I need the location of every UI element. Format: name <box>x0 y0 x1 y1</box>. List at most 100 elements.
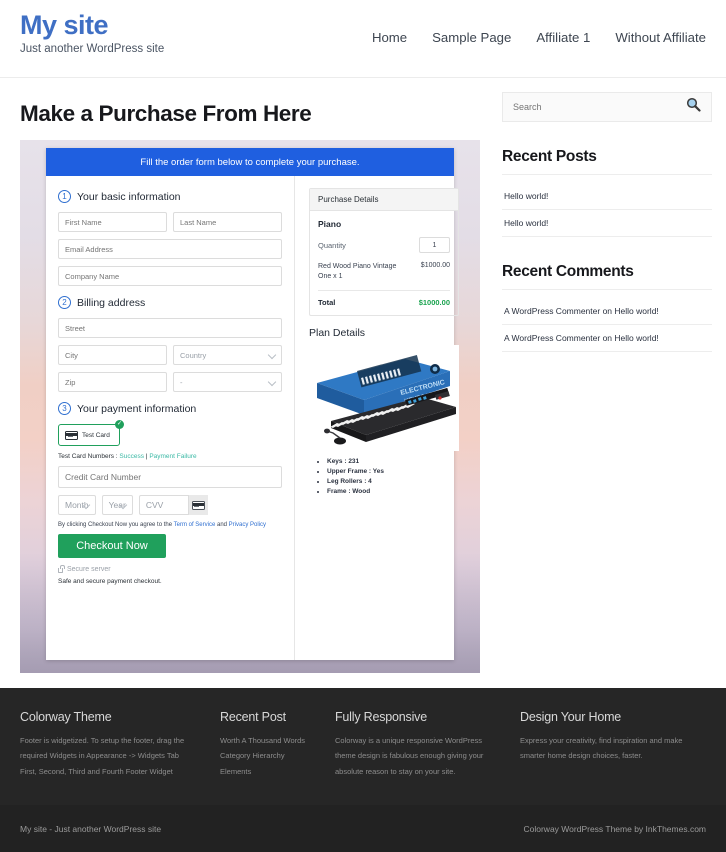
sidebar: Recent Posts Hello world! Hello world! R… <box>502 78 712 673</box>
widget-title-recent-posts: Recent Posts <box>502 148 712 175</box>
city-country-row: Country <box>58 345 282 365</box>
purchase-details-box: Purchase Details Piano Quantity Red Wood… <box>309 188 459 317</box>
checkout-card: Fill the order form below to complete yo… <box>46 148 459 660</box>
state-select-wrap: - <box>173 372 282 392</box>
privacy-policy-link[interactable]: Privacy Policy <box>229 522 266 528</box>
test-card-success-link[interactable]: Success <box>119 453 144 460</box>
footer-bottom-bar: My site - Just another WordPress site Co… <box>0 805 726 852</box>
list-item[interactable]: A WordPress Commenter on Hello world! <box>502 325 712 352</box>
footer-text-line: Colorway is a unique responsive WordPres… <box>335 736 483 745</box>
search-icon[interactable] <box>686 97 701 117</box>
month-select[interactable]: Month <box>58 495 96 515</box>
email-row <box>58 239 282 259</box>
nav-item-sample-page[interactable]: Sample Page <box>432 30 511 45</box>
secure-server-label: Secure server <box>67 566 111 573</box>
step-heading-billing: 2 Billing address <box>58 296 282 309</box>
last-name-input[interactable] <box>173 212 282 232</box>
terms-middle: and <box>215 522 229 528</box>
nav-item-home[interactable]: Home <box>372 30 407 45</box>
company-row <box>58 266 282 286</box>
primary-navigation: Home Sample Page Affiliate 1 Without Aff… <box>372 30 706 45</box>
footer-column-fully-responsive: Fully Responsive Colorway is a unique re… <box>335 710 520 805</box>
checkout-form-column: 1 Your basic information First Name Last… <box>46 176 295 660</box>
footer-heading: Recent Post <box>220 710 286 724</box>
site-branding[interactable]: My site Just another WordPress site <box>20 0 164 55</box>
total-label: Total <box>318 298 336 308</box>
month-select-wrap: Month <box>58 495 96 515</box>
step-number-1: 1 <box>58 190 71 203</box>
street-row <box>58 318 282 338</box>
quantity-input[interactable] <box>419 237 450 253</box>
search-input[interactable] <box>513 102 643 112</box>
name-row <box>58 212 282 232</box>
footer-column-design-your-home: Design Your Home Express your creativity… <box>520 710 720 805</box>
street-input[interactable] <box>58 318 282 338</box>
test-card-prefix: Test Card Numbers : <box>58 453 120 460</box>
credit-card-number-input[interactable] <box>58 466 282 488</box>
test-card-failure-link[interactable]: Payment Failure <box>149 453 196 460</box>
purchase-summary-column: Purchase Details Piano Quantity Red Wood… <box>295 176 471 660</box>
company-input[interactable] <box>58 266 282 286</box>
year-select[interactable]: Year <box>101 495 133 515</box>
terms-prefix: By clicking Checkout Now you agree to th… <box>58 522 174 528</box>
checkout-banner: Fill the order form below to complete yo… <box>46 148 454 176</box>
checkout-body: 1 Your basic information First Name Last… <box>46 176 459 660</box>
payment-method-label: Test Card <box>82 431 110 439</box>
footer-text-line: smarter home design choices, faster. <box>520 751 643 761</box>
product-photo-electronic-keyboard: ELECTRONIC KEYBOARD <box>309 345 459 452</box>
step-label-2: Billing address <box>77 296 146 309</box>
quantity-label: Quantity <box>318 240 346 250</box>
footer-text-line: absolute reason to stay on your site. <box>335 766 456 776</box>
footer-text-line: First, Second, Third and Fourth Footer W… <box>20 766 173 776</box>
site-title[interactable]: My site <box>20 10 164 41</box>
main-content: Make a Purchase From Here Fill the order… <box>20 78 480 673</box>
plan-feature-item: Keys : 231 <box>327 457 459 467</box>
list-item[interactable]: A WordPress Commenter on Hello world! <box>502 298 712 325</box>
credit-card-icon <box>65 430 78 440</box>
lock-icon <box>58 565 65 573</box>
secure-server-row: Secure server <box>58 565 282 573</box>
search-form <box>502 92 712 122</box>
footer-list-item[interactable]: Worth A Thousand Words <box>220 733 323 748</box>
year-select-wrap: Year <box>101 495 133 515</box>
plan-details-title: Plan Details <box>309 327 366 340</box>
page-title: Make a Purchase From Here <box>20 101 312 126</box>
footer-credit-right[interactable]: Colorway WordPress Theme by InkThemes.co… <box>524 824 707 834</box>
zip-state-row: - <box>58 372 282 392</box>
page-wrapper: Make a Purchase From Here Fill the order… <box>0 78 726 673</box>
card-number-row <box>58 466 282 488</box>
nav-item-affiliate-1[interactable]: Affiliate 1 <box>536 30 590 45</box>
line-item-description: Red Wood Piano Vintage One x 1 <box>318 263 397 281</box>
total-value: $1000.00 <box>418 298 450 308</box>
footer-heading: Fully Responsive <box>335 710 427 724</box>
nav-item-without-affiliate[interactable]: Without Affiliate <box>615 30 706 45</box>
country-select[interactable]: Country <box>173 345 282 365</box>
footer-list-item[interactable]: Elements <box>220 764 323 779</box>
widget-title-recent-comments: Recent Comments <box>502 263 712 290</box>
first-name-input[interactable] <box>58 212 167 232</box>
list-item[interactable]: Hello world! <box>502 183 712 210</box>
terms-agreement: By clicking Checkout Now you agree to th… <box>58 522 282 528</box>
footer-copyright-left: My site - Just another WordPress site <box>20 823 162 834</box>
checkout-widget: Fill the order form below to complete yo… <box>20 140 480 673</box>
check-circle-icon: ✓ <box>115 420 124 429</box>
list-item[interactable]: Hello world! <box>502 210 712 237</box>
total-row: Total $1000.00 <box>318 291 450 307</box>
plan-features-list: Keys : 231 Upper Frame : Yes Leg Rollers… <box>327 457 459 497</box>
checkout-now-button[interactable]: Checkout Now <box>58 534 166 558</box>
terms-of-service-link[interactable]: Term of Service <box>174 522 216 528</box>
payment-method-test-card[interactable]: Test Card ✓ <box>58 420 124 446</box>
test-card-numbers: Test Card Numbers : Success | Payment Fa… <box>58 453 282 460</box>
step-label-3: Your payment information <box>77 402 197 415</box>
email-input[interactable] <box>58 239 282 259</box>
secure-note: Safe and secure payment checkout. <box>58 578 162 585</box>
city-input[interactable] <box>58 345 167 365</box>
cvv-wrap: CVV <box>138 495 208 515</box>
recent-comments-list: A WordPress Commenter on Hello world! A … <box>502 298 712 352</box>
state-select[interactable]: - <box>173 372 282 392</box>
footer-list-item[interactable]: Category Hierarchy <box>220 748 323 763</box>
zip-input[interactable] <box>58 372 167 392</box>
footer-column-colorway-theme: Colorway Theme Footer is widgetized. To … <box>20 710 220 805</box>
cvv-card-icon <box>187 495 208 515</box>
purchase-details-body: Piano Quantity Red Wood Piano Vintage On… <box>310 211 458 315</box>
